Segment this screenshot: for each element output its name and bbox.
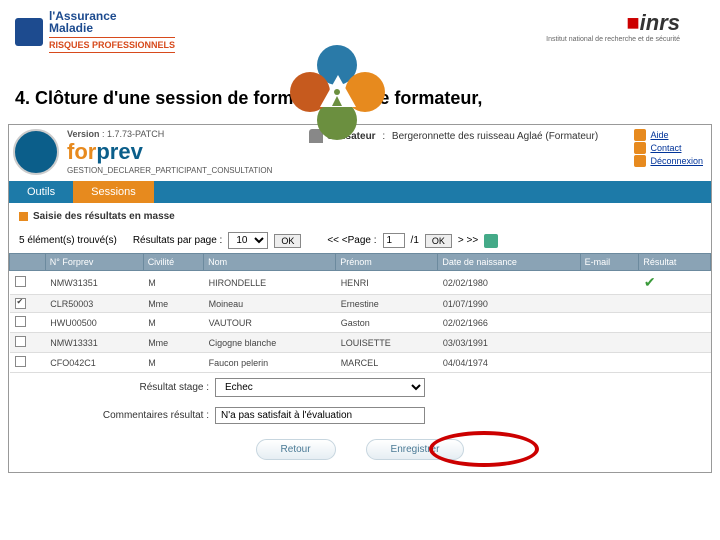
version-label: Version : 1.7.73-PATCH bbox=[67, 129, 272, 139]
pager-input[interactable] bbox=[383, 233, 405, 248]
section-title: Saisie des résultats en masse bbox=[9, 203, 711, 228]
link-contact[interactable]: Contact bbox=[650, 143, 681, 153]
col-header[interactable]: N° Forprev bbox=[45, 254, 143, 271]
tab-sessions[interactable]: Sessions bbox=[73, 181, 154, 203]
am-icon bbox=[15, 18, 43, 46]
resultat-select[interactable]: Echec bbox=[215, 378, 425, 397]
comment-input[interactable] bbox=[215, 407, 425, 424]
col-header[interactable]: Date de naissance bbox=[438, 254, 580, 271]
decorative-flower-icon bbox=[290, 45, 385, 140]
retour-button[interactable]: Retour bbox=[256, 439, 336, 460]
count-label: 5 élément(s) trouvé(s) bbox=[19, 235, 117, 246]
help-icon bbox=[634, 129, 646, 141]
check-icon: ✔ bbox=[644, 274, 656, 290]
table-row: HWU00500MVAUTOURGaston02/02/1966 bbox=[10, 313, 711, 333]
logo-inrs: ■inrs Institut national de recherche et … bbox=[546, 10, 680, 43]
row-checkbox[interactable] bbox=[15, 298, 26, 309]
breadcrumb: GESTION_DECLARER_PARTICIPANT_CONSULTATIO… bbox=[67, 166, 272, 175]
tab-outils[interactable]: Outils bbox=[9, 181, 73, 203]
pager-total: /1 bbox=[411, 235, 419, 246]
tab-bar: Outils Sessions bbox=[9, 181, 711, 203]
resultat-row: Résultat stage : Echec bbox=[9, 373, 711, 402]
am-subtitle: Risques Professionnels bbox=[49, 37, 175, 53]
enregistrer-button[interactable]: Enregistrer bbox=[366, 439, 465, 460]
row-checkbox[interactable] bbox=[15, 336, 26, 347]
row-checkbox[interactable] bbox=[15, 356, 26, 367]
logout-icon bbox=[634, 155, 646, 167]
per-page-select[interactable]: 10 bbox=[228, 232, 268, 249]
row-checkbox[interactable] bbox=[15, 276, 26, 287]
bullet-icon bbox=[19, 212, 28, 221]
comment-label: Commentaires résultat : bbox=[19, 410, 209, 421]
pager-next[interactable]: > >> bbox=[458, 235, 478, 246]
app-window: Version : 1.7.73-PATCH forprev GESTION_D… bbox=[8, 124, 712, 473]
per-page-ok-button[interactable]: OK bbox=[274, 234, 301, 248]
contact-icon bbox=[634, 142, 646, 154]
list-controls: 5 élément(s) trouvé(s) Résultats par pag… bbox=[9, 228, 711, 253]
button-bar: Retour Enregistrer bbox=[9, 429, 711, 472]
table-row: CLR50003MmeMoineauErnestine01/07/1990 bbox=[10, 295, 711, 313]
col-header[interactable]: Résultat bbox=[639, 254, 711, 271]
refresh-icon[interactable] bbox=[484, 234, 498, 248]
am-text: l'AssuranceMaladie bbox=[49, 10, 175, 34]
link-deconnexion[interactable]: Déconnexion bbox=[650, 156, 703, 166]
results-table: N° ForprevCivilitéNomPrénomDate de naiss… bbox=[9, 253, 711, 373]
logo-assurance-maladie: l'AssuranceMaladie Risques Professionnel… bbox=[15, 10, 175, 53]
row-checkbox[interactable] bbox=[15, 316, 26, 327]
link-aide[interactable]: Aide bbox=[650, 130, 668, 140]
col-header[interactable]: Nom bbox=[204, 254, 336, 271]
table-row: NMW31351MHIRONDELLEHENRI02/02/1980✔ bbox=[10, 271, 711, 295]
pager-prev[interactable]: << <Page : bbox=[327, 235, 376, 246]
app-brand: forprev bbox=[67, 139, 272, 165]
col-header[interactable] bbox=[10, 254, 46, 271]
col-header[interactable]: Civilité bbox=[143, 254, 203, 271]
per-page-label: Résultats par page : bbox=[133, 235, 223, 246]
app-logo-globe-icon bbox=[13, 129, 59, 175]
comment-row: Commentaires résultat : bbox=[9, 402, 711, 429]
col-header[interactable]: E-mail bbox=[580, 254, 639, 271]
col-header[interactable]: Prénom bbox=[336, 254, 438, 271]
table-row: NMW13331MmeCigogne blancheLOUISETTE03/03… bbox=[10, 333, 711, 353]
header-links: Aide Contact Déconnexion bbox=[634, 129, 703, 168]
table-row: CFO042C1MFaucon pelerinMARCEL04/04/1974 bbox=[10, 353, 711, 373]
resultat-label: Résultat stage : bbox=[19, 382, 209, 393]
pager-ok-button[interactable]: OK bbox=[425, 234, 452, 248]
